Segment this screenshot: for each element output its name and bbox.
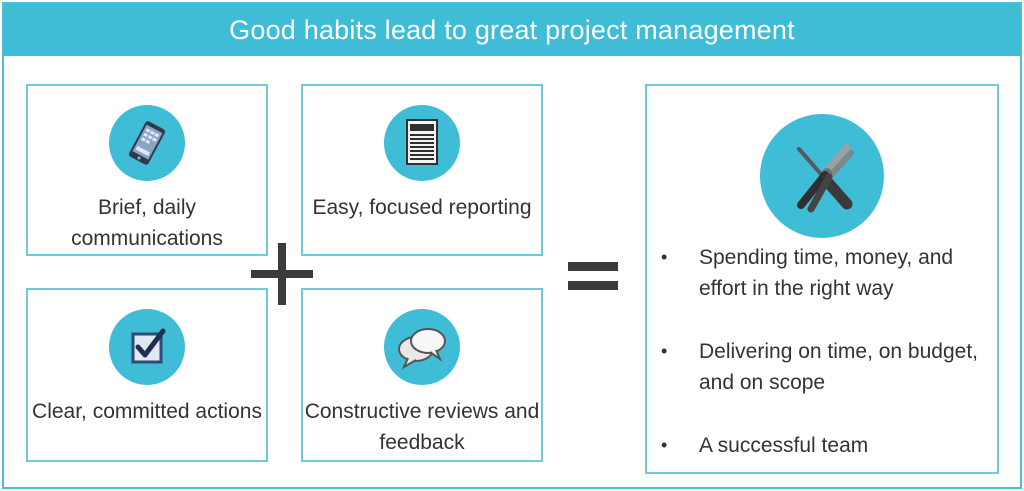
equals-bottom-bar	[568, 281, 618, 290]
habit-label: Clear, committed actions	[32, 400, 262, 423]
newspaper-icon	[384, 105, 460, 181]
result-box: • Spending time, money, and effort in th…	[645, 84, 999, 474]
bullet: •	[661, 247, 668, 267]
habit-box-reporting: Easy, focused reporting	[301, 84, 543, 256]
habit-box-actions: Clear, committed actions	[26, 288, 268, 462]
tools-icon	[760, 114, 884, 238]
speech-bubbles-icon	[384, 309, 460, 385]
plus-horizontal-stroke	[251, 270, 313, 278]
habit-label: Easy, focused reporting	[312, 196, 532, 219]
bullet: •	[661, 435, 668, 455]
equals-top-bar	[568, 262, 618, 271]
bullet: •	[661, 341, 668, 361]
outcome-text: A successful team	[699, 434, 869, 457]
habit-box-feedback: Constructive reviews and feedback	[301, 288, 543, 462]
title-banner: Good habits lead to great project manage…	[4, 4, 1020, 56]
habit-label: Constructive reviews and feedback	[304, 400, 540, 454]
habit-box-communications: Brief, daily communications	[26, 84, 268, 256]
smartphone-icon	[109, 105, 185, 181]
outcome-text: Spending time, money, and effort in the …	[699, 246, 954, 300]
checkbox-icon	[109, 309, 185, 385]
outcome-text: Delivering on time, on budget, and on sc…	[699, 340, 978, 394]
page-title: Good habits lead to great project manage…	[229, 14, 795, 45]
habit-label: Brief, daily communications	[71, 196, 223, 250]
